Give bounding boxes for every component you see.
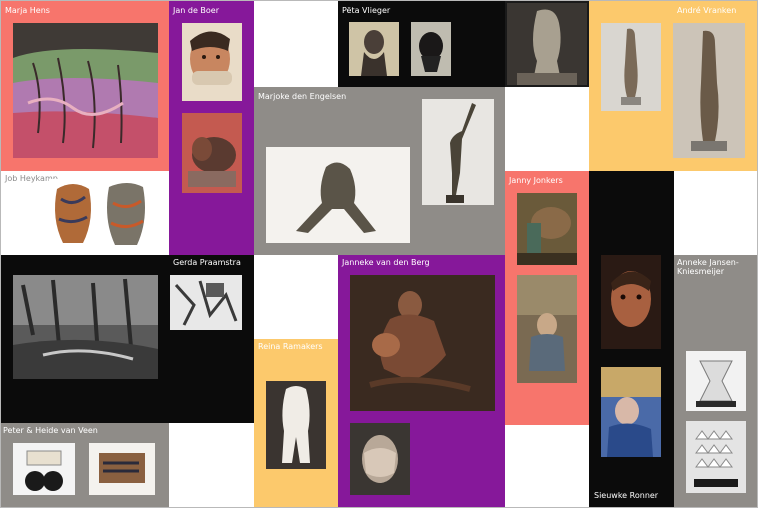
tile-landscape-painting[interactable] (1, 255, 169, 423)
tile-janny-jonkers[interactable]: Janny Jonkers (505, 171, 589, 425)
empty-tile (254, 1, 338, 87)
artwork-hangers-painting[interactable] (13, 23, 158, 158)
artwork-figure-sculpture-photo[interactable] (507, 3, 587, 85)
empty-tile (505, 425, 589, 507)
artwork-ceramic-vases[interactable] (49, 179, 153, 251)
artist-name-andre-vranken: André Vranken (677, 6, 737, 15)
artwork-man-face-painting[interactable] (182, 23, 242, 101)
artist-gallery-mosaic: Marja Hens Jan de Boer Pëta Vlieger Andr… (0, 0, 758, 508)
artist-name-peter-heide-van-veen: Peter & Heide van Veen (3, 426, 98, 435)
artist-name-reina-ramakers: Reina Ramakers (258, 342, 323, 351)
artwork-abstract-statue-large[interactable] (673, 23, 745, 158)
artwork-white-spikes-sculpture[interactable] (686, 421, 746, 493)
tile-gerda-praamstra[interactable]: Gerda Praamstra (169, 255, 254, 423)
artwork-cafe-scene-painting[interactable] (601, 367, 661, 457)
tile-reina-ramakers[interactable]: Reina Ramakers (254, 339, 338, 507)
artist-name-anneke-jansen-kniesmeijer: Anneke Jansen-Kniesmeijer (677, 258, 739, 276)
artwork-bronze-embrace-sculpture[interactable] (266, 147, 410, 243)
artwork-horse-figures-painting[interactable] (517, 193, 577, 265)
artwork-emu-photo[interactable] (349, 22, 399, 76)
artwork-figures-embrace-painting[interactable] (350, 275, 495, 411)
artwork-bird-photo[interactable] (411, 22, 451, 76)
artist-name-gerda-praamstra: Gerda Praamstra (173, 258, 241, 267)
artwork-record-sculpture[interactable] (13, 443, 75, 495)
artist-name-sieuwke-ronner: Sieuwke Ronner (594, 491, 659, 500)
artwork-portrait-painting[interactable] (601, 255, 661, 349)
empty-tile (505, 87, 589, 171)
artwork-abstract-statue-small[interactable] (601, 23, 661, 111)
artwork-mixed-media-panel[interactable] (89, 443, 155, 495)
artwork-twisted-white-sculpture[interactable] (686, 351, 746, 411)
artwork-bronze-standing-figure[interactable] (422, 99, 494, 205)
tile-janneke-van-den-berg[interactable]: Janneke van den Berg (338, 255, 505, 507)
tile-anneke-jansen-kniesmeijer[interactable]: Anneke Jansen-Kniesmeijer (674, 255, 757, 507)
artist-name-peta-vlieger: Pëta Vlieger (342, 6, 391, 15)
artist-name-marjoke-den-engelsen: Marjoke den Engelsen (258, 92, 347, 101)
tile-andre-vranken[interactable]: André Vranken (589, 1, 757, 171)
empty-tile (674, 171, 757, 255)
artwork-bw-landscape-painting[interactable] (13, 275, 158, 379)
tile-peter-heide-van-veen[interactable]: Peter & Heide van Veen (1, 423, 169, 507)
artist-name-marja-hens: Marja Hens (5, 6, 50, 15)
tile-marjoke-den-engelsen[interactable]: Marjoke den Engelsen (254, 87, 505, 255)
artist-name-janny-jonkers: Janny Jonkers (509, 176, 563, 185)
artist-name-janneke-van-den-berg: Janneke van den Berg (342, 258, 430, 267)
tile-jan-de-boer[interactable]: Jan de Boer (169, 1, 254, 255)
empty-tile (169, 423, 254, 507)
artwork-white-torso-sculpture[interactable] (266, 381, 326, 469)
artwork-dog-painting[interactable] (182, 113, 242, 193)
tile-peta-vlieger[interactable]: Pëta Vlieger (338, 1, 505, 87)
artwork-seated-woman-painting[interactable] (517, 275, 577, 383)
tile-marja-hens[interactable]: Marja Hens (1, 1, 169, 171)
artwork-bw-sketch[interactable] (170, 275, 242, 330)
tile-sieuwke-ronner[interactable]: Sieuwke Ronner (589, 171, 674, 507)
tile-figure-sculpture[interactable] (505, 1, 589, 87)
tile-job-heykamp[interactable]: Job Heykamp (1, 171, 169, 255)
empty-tile (254, 255, 338, 339)
artist-name-jan-de-boer: Jan de Boer (173, 6, 220, 15)
artwork-hands-face-painting[interactable] (350, 423, 410, 495)
